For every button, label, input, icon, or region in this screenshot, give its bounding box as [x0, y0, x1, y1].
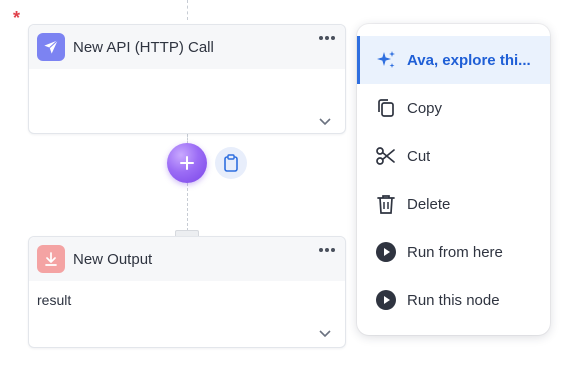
more-options-icon[interactable]	[317, 243, 337, 257]
menu-item-run-this-node[interactable]: Run this node	[357, 276, 550, 324]
more-options-icon[interactable]	[317, 31, 337, 45]
node-title: New Output	[73, 250, 153, 268]
node-card-api-call[interactable]: New API (HTTP) Call	[28, 24, 346, 134]
copy-icon	[375, 97, 397, 119]
download-icon	[37, 245, 65, 273]
trash-icon	[375, 193, 397, 215]
plus-icon	[180, 156, 194, 170]
play-circle-icon	[375, 241, 397, 263]
connector-line-top	[187, 0, 188, 20]
menu-item-delete[interactable]: Delete	[357, 180, 550, 228]
menu-item-label: Copy	[407, 99, 443, 117]
connector-line-lower	[187, 183, 188, 231]
required-marker: *	[13, 8, 21, 28]
sparkles-icon	[375, 49, 397, 71]
menu-item-label: Run from here	[407, 243, 503, 261]
menu-item-ava-explore[interactable]: Ava, explore thi...	[357, 36, 550, 84]
clipboard-icon	[224, 154, 238, 172]
menu-item-cut[interactable]: Cut	[357, 132, 550, 180]
play-circle-icon	[375, 289, 397, 311]
node-card-output[interactable]: New Output result	[28, 236, 346, 348]
menu-item-copy[interactable]: Copy	[357, 84, 550, 132]
menu-item-label: Ava, explore thi...	[407, 51, 531, 69]
menu-item-label: Delete	[407, 195, 451, 213]
node-header: New Output	[29, 237, 345, 281]
node-title: New API (HTTP) Call	[73, 38, 214, 56]
menu-item-run-from-here[interactable]: Run from here	[357, 228, 550, 276]
node-output-value: result	[37, 292, 72, 308]
paper-plane-icon	[37, 33, 65, 61]
context-menu: Ava, explore thi... Copy Cut Delete Run …	[357, 24, 550, 335]
menu-item-label: Cut	[407, 147, 431, 165]
add-node-button[interactable]	[167, 143, 207, 183]
chevron-down-icon[interactable]	[317, 325, 333, 341]
menu-item-label: Run this node	[407, 291, 500, 309]
scissors-icon	[375, 145, 397, 167]
node-header: New API (HTTP) Call	[29, 25, 345, 69]
paste-node-button[interactable]	[215, 147, 247, 179]
chevron-down-icon[interactable]	[317, 113, 333, 129]
